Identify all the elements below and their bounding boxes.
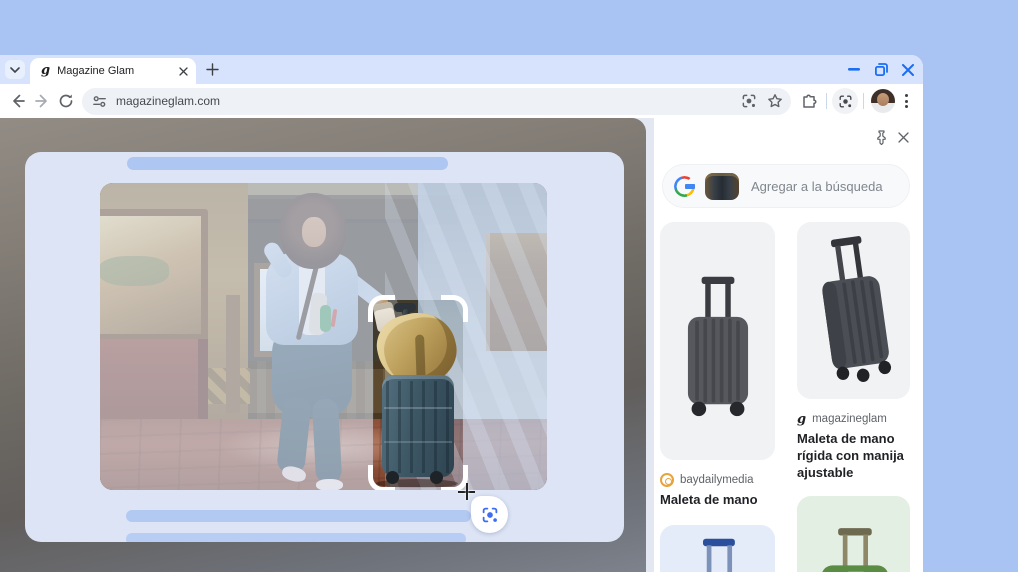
webpage-area: [0, 118, 654, 572]
tab-magazine-glam[interactable]: g Magazine Glam: [30, 58, 196, 84]
selection-crosshair-cursor: [458, 483, 475, 500]
selection-thumbnail: [705, 172, 739, 200]
result-source: magazineglam: [812, 413, 887, 425]
desktop: g Magazine Glam magazineglam.com Agregar…: [0, 0, 1018, 572]
restore-icon: [874, 63, 888, 76]
headline-placeholder-bar: [127, 157, 448, 170]
profile-avatar[interactable]: [871, 89, 895, 113]
text-placeholder-bar-1: [126, 510, 471, 522]
result-source: baydailymedia: [680, 474, 754, 486]
tab-search-button[interactable]: [5, 60, 25, 79]
baydailymedia-favicon-icon: [660, 473, 674, 487]
forward-button[interactable]: [30, 89, 54, 113]
back-icon: [13, 94, 25, 108]
tab-favicon: g: [41, 62, 51, 78]
results-column-left: baydailymedia Maleta de mano: [660, 222, 775, 572]
close-panel-button[interactable]: [894, 128, 912, 146]
lens-search-bubble-button[interactable]: [471, 496, 508, 533]
result-card-green-suitcase[interactable]: [797, 495, 910, 572]
result-card-blue-suitcase[interactable]: [660, 524, 775, 572]
tab-title: Magazine Glam: [57, 65, 135, 77]
panel-header: [654, 118, 923, 162]
toolbar-separator-2: [863, 93, 864, 109]
tab-strip: g Magazine Glam: [0, 55, 923, 84]
result-card-dark-suitcase[interactable]: [797, 222, 910, 399]
lens-dim-overlay: [373, 300, 463, 487]
result-source-row[interactable]: g magazineglam: [797, 412, 910, 426]
reload-icon: [59, 94, 73, 108]
results-column-right: g magazineglam Maleta de mano rígida con…: [797, 222, 910, 572]
extensions-button[interactable]: [797, 89, 821, 113]
browser-menu-button[interactable]: [897, 94, 915, 108]
content-area: Agregar a la búsqueda baydailymedia Male…: [0, 118, 923, 572]
result-title[interactable]: Maleta de mano: [660, 492, 775, 509]
browser-window: g Magazine Glam magazineglam.com Agregar…: [0, 55, 923, 572]
google-logo-icon: [674, 175, 698, 197]
selection-corner-top-left[interactable]: [368, 295, 395, 322]
lens-icon: [839, 95, 851, 107]
result-card-gray-suitcase[interactable]: [660, 222, 775, 460]
search-input[interactable]: Agregar a la búsqueda: [751, 179, 883, 194]
forward-icon: [35, 94, 47, 108]
browser-toolbar: magazineglam.com: [0, 84, 923, 118]
article-photo[interactable]: [100, 183, 547, 490]
bookmark-star-icon[interactable]: [767, 93, 783, 109]
chevron-down-icon: [10, 66, 20, 73]
address-bar-actions: [741, 93, 783, 109]
extensions-puzzle-icon: [803, 94, 817, 108]
text-placeholder-bar-2: [126, 533, 466, 542]
tab-close-icon[interactable]: [179, 66, 188, 76]
toolbar-separator: [826, 93, 827, 109]
lens-search-bar[interactable]: Agregar a la búsqueda: [662, 164, 910, 208]
close-icon: [902, 63, 914, 76]
new-tab-button[interactable]: [204, 61, 221, 78]
lens-icon: [482, 507, 497, 522]
minimize-icon: [848, 68, 860, 71]
visual-matches-grid: baydailymedia Maleta de mano g magazineg…: [654, 208, 923, 572]
close-window-button[interactable]: [901, 63, 915, 77]
result-title[interactable]: Maleta de mano rígida con manija ajustab…: [797, 431, 910, 482]
green-suitcase-image: [821, 527, 888, 572]
pin-icon: [876, 129, 886, 145]
plus-icon: [206, 63, 219, 76]
window-controls: [847, 55, 923, 84]
magazine-article-card: [25, 152, 624, 542]
woman-with-phone: [258, 191, 392, 490]
selection-corner-bottom-left[interactable]: [368, 465, 395, 490]
restore-button[interactable]: [874, 63, 888, 77]
blue-suitcase-image: [702, 538, 735, 572]
lens-side-panel: Agregar a la búsqueda baydailymedia Male…: [654, 118, 923, 572]
close-icon: [897, 131, 909, 143]
lens-address-icon[interactable]: [741, 93, 757, 109]
dark-suitcase-image: [821, 236, 891, 382]
url-text[interactable]: magazineglam.com: [116, 94, 741, 108]
selection-corner-top-right[interactable]: [441, 295, 468, 322]
display-case: [100, 209, 208, 341]
back-button[interactable]: [6, 89, 30, 113]
pin-panel-button[interactable]: [872, 128, 890, 146]
magazineglam-favicon: g: [797, 411, 807, 427]
lens-toolbar-button[interactable]: [832, 88, 858, 114]
reload-button[interactable]: [54, 89, 78, 113]
gray-suitcase-image: [687, 276, 748, 417]
minimize-button[interactable]: [847, 63, 861, 77]
result-source-row[interactable]: baydailymedia: [660, 473, 775, 487]
address-bar[interactable]: magazineglam.com: [82, 87, 791, 115]
site-settings-icon[interactable]: [92, 94, 107, 109]
